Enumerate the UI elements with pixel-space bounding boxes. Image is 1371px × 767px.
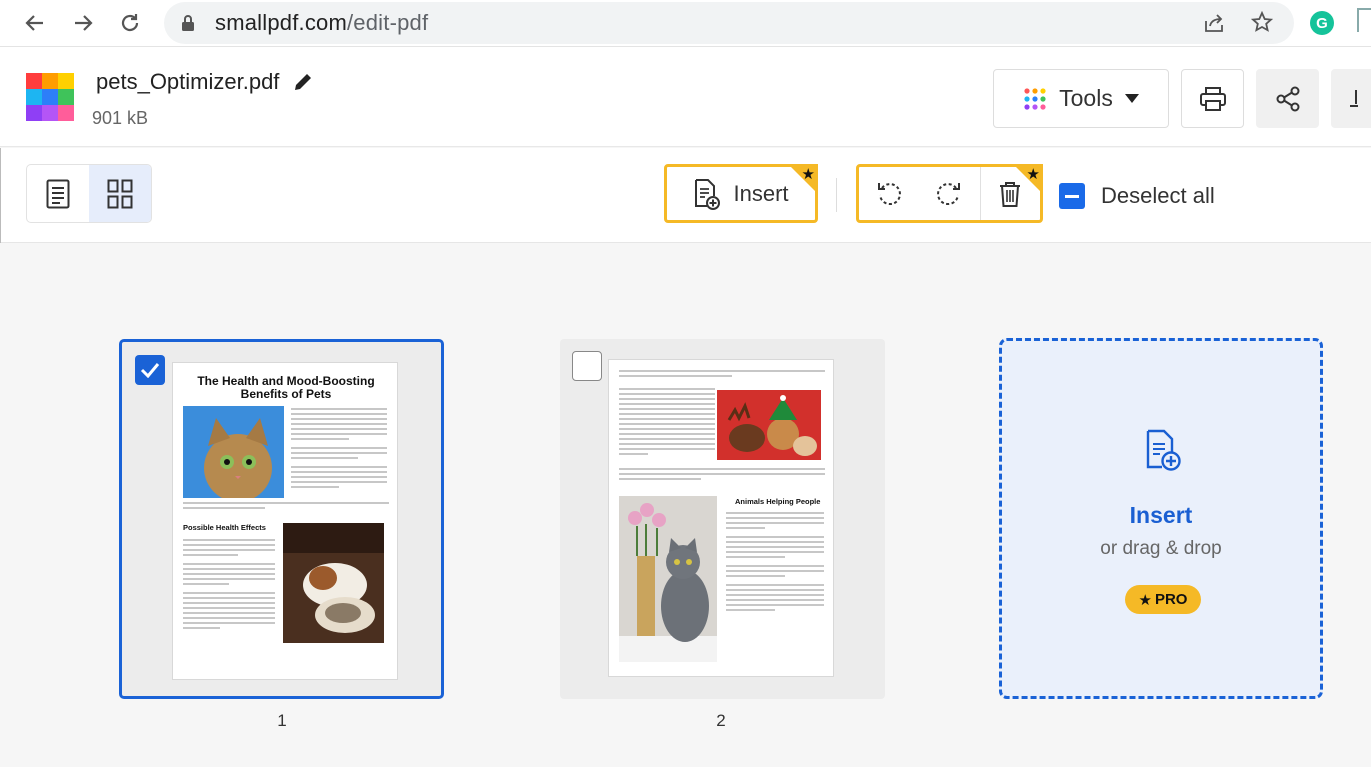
star-icon: ★ (1138, 591, 1152, 609)
view-toggle (26, 164, 152, 223)
caret-down-icon (1124, 94, 1139, 103)
file-name-row: pets_Optimizer.pdf (96, 69, 313, 95)
cat-with-flowers-photo (619, 496, 717, 662)
dogs-in-costume-photo (717, 390, 821, 460)
logo-tile (26, 89, 42, 105)
url-domain: smallpdf.com (215, 10, 347, 35)
deselect-all-label: Deselect all (1101, 183, 1215, 208)
download-button[interactable] (1331, 69, 1371, 128)
pro-badge: ★ PRO (1125, 585, 1201, 614)
forward-arrow-icon[interactable] (66, 6, 100, 40)
smallpdf-logo[interactable] (26, 73, 74, 121)
tools-label: Tools (1059, 85, 1113, 111)
text-block (183, 539, 275, 632)
page-1-checkbox[interactable] (135, 355, 165, 385)
drop-zone-title: Insert (1129, 502, 1193, 528)
insert-document-icon (1146, 429, 1181, 471)
page-2-preview: Animals Helping People (608, 359, 834, 677)
logo-tile (58, 89, 74, 105)
insert-label: Insert (733, 180, 789, 206)
rotate-right-icon (937, 182, 961, 205)
cat-photo (183, 406, 284, 498)
rotate-right-button[interactable] (919, 167, 979, 220)
page-view-button[interactable] (27, 165, 89, 222)
drop-zone-subtitle: or drag & drop (1100, 538, 1222, 559)
logo-tile (42, 73, 58, 89)
toolbar-divider (836, 178, 837, 212)
back-arrow-icon[interactable] (18, 6, 52, 40)
grid-view-icon (107, 179, 133, 208)
page-actions-group: ★ (856, 164, 1043, 223)
logo-tile (58, 105, 74, 121)
edit-toolbar: Insert ★ ★ Deselect all (0, 148, 1371, 243)
pro-star-icon: ★ (788, 164, 818, 194)
text-block (726, 512, 824, 614)
text-block (619, 388, 715, 458)
url-path: /edit-pdf (347, 10, 429, 35)
share-page-icon[interactable] (1203, 12, 1225, 34)
page-thumbnail-1[interactable]: The Health and Mood-Boosting Benefits of… (119, 339, 444, 699)
page-1-preview: The Health and Mood-Boosting Benefits of… (172, 362, 398, 680)
text-block (619, 468, 825, 483)
logo-tile (26, 105, 42, 121)
share-icon (1276, 86, 1299, 111)
rotate-left-icon (878, 182, 902, 205)
page-number-1: 1 (277, 711, 287, 730)
single-page-icon (46, 179, 70, 208)
section-heading-2: Animals Helping People (735, 497, 821, 506)
insert-drop-zone[interactable]: Insert or drag & drop ★ PRO (999, 338, 1323, 699)
extension-icon[interactable] (1357, 8, 1371, 32)
pencil-edit-icon[interactable] (293, 72, 313, 92)
page-number-2: 2 (716, 711, 726, 730)
insert-document-icon (695, 178, 721, 210)
url-text: smallpdf.com/edit-pdf (215, 10, 428, 36)
logo-tile (42, 89, 58, 105)
text-block (183, 502, 389, 512)
print-button[interactable] (1181, 69, 1244, 128)
logo-tile (42, 105, 58, 121)
file-size: 901 kB (92, 108, 149, 128)
file-name: pets_Optimizer.pdf (96, 69, 280, 94)
download-icon (1350, 89, 1358, 107)
address-bar[interactable]: smallpdf.com/edit-pdf (164, 2, 1294, 44)
bookmark-star-icon[interactable] (1251, 11, 1273, 33)
tools-button[interactable]: Tools (993, 69, 1169, 128)
grid-view-button[interactable] (89, 165, 151, 222)
text-block (619, 370, 825, 380)
rotate-left-button[interactable] (859, 167, 919, 220)
pro-badge-label: PRO (1154, 591, 1188, 608)
page-2-checkbox[interactable] (572, 351, 602, 381)
checkmark-icon (140, 363, 160, 378)
section-heading-1: Possible Health Effects (183, 523, 266, 532)
dog-and-cat-photo (283, 523, 384, 643)
insert-pages-button[interactable]: Insert ★ (664, 164, 818, 223)
logo-tile (58, 73, 74, 89)
logo-tile (26, 73, 42, 89)
page-thumbnail-2[interactable]: Animals Helping People (560, 339, 885, 699)
reload-icon[interactable] (113, 6, 147, 40)
deselect-all-toggle[interactable]: Deselect all (1059, 183, 1215, 209)
deselect-checkbox-icon[interactable] (1059, 183, 1085, 209)
text-block (291, 408, 387, 491)
lock-icon (182, 15, 194, 31)
printer-icon (1199, 86, 1226, 111)
pro-star-icon: ★ (1013, 164, 1043, 194)
tools-grid-icon (1024, 87, 1046, 110)
page-1-title: The Health and Mood-Boosting Benefits of… (197, 374, 375, 401)
window-edge (0, 148, 1, 243)
app-header: pets_Optimizer.pdf 901 kB Tools (0, 47, 1371, 147)
grammarly-extension-icon[interactable]: G (1310, 11, 1334, 35)
share-button[interactable] (1256, 69, 1319, 128)
browser-toolbar: smallpdf.com/edit-pdf G (0, 0, 1371, 47)
